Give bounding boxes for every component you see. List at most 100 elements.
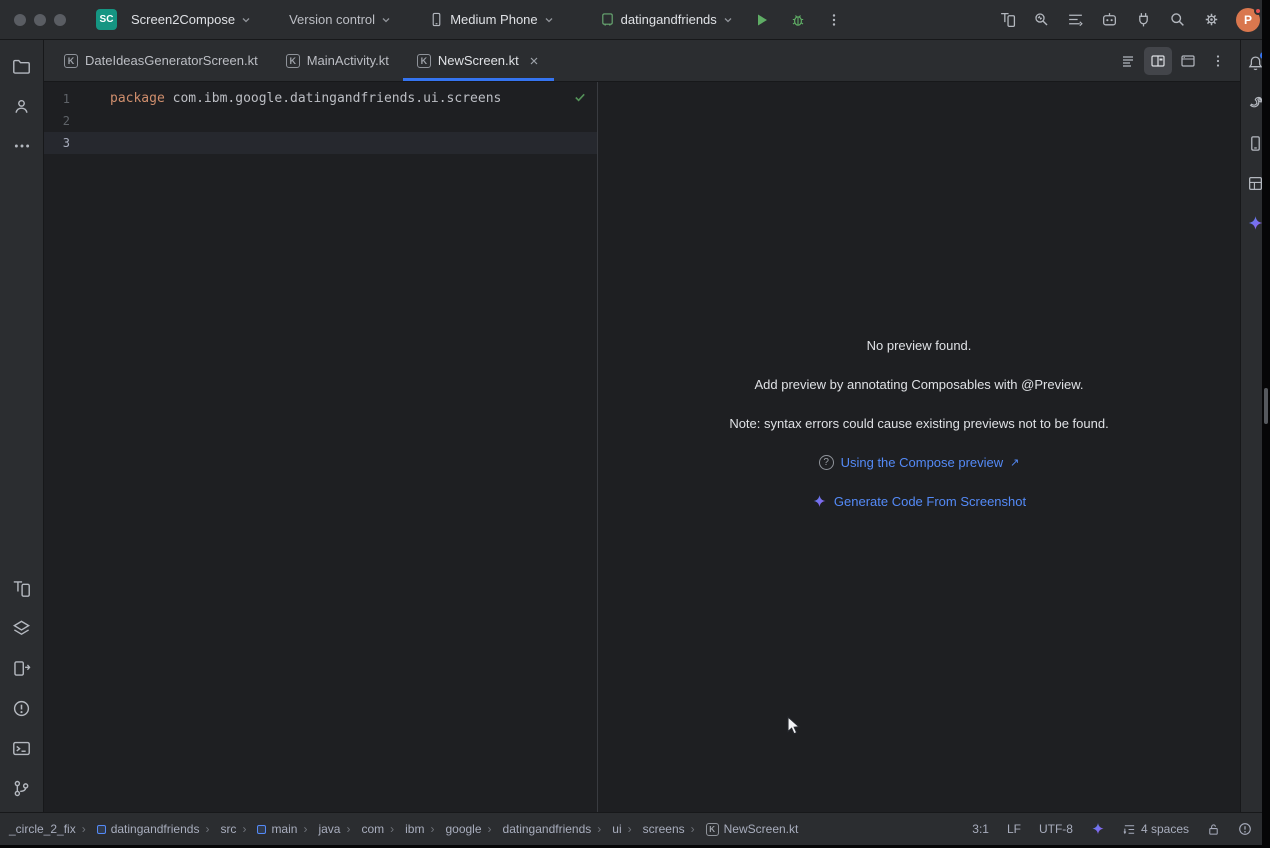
screen-right-edge — [1262, 0, 1270, 848]
gemini-sparkle-icon — [812, 494, 827, 509]
compose-preview-docs-link[interactable]: ? Using the Compose preview ↗ — [819, 455, 1020, 470]
run-toolbar: Medium Phone datingandfriends — [421, 5, 849, 35]
readonly-lock-icon[interactable] — [1207, 823, 1220, 836]
window-close-button[interactable] — [14, 14, 26, 26]
preview-note: Note: syntax errors could cause existing… — [729, 416, 1108, 431]
line-number[interactable]: 2 — [44, 110, 70, 132]
close-tab-icon[interactable] — [528, 55, 540, 67]
module-icon — [257, 825, 266, 834]
app-module-icon — [600, 12, 615, 27]
breadcrumb-label: java — [318, 822, 340, 836]
tab-label: MainActivity.kt — [307, 53, 389, 68]
editor-body: 1 package com.ibm.google.datingandfriend… — [44, 82, 1240, 812]
ai-sparkle-icon[interactable] — [1091, 822, 1105, 836]
tab-newscreen[interactable]: K NewScreen.kt — [403, 40, 554, 81]
settings-icon[interactable] — [1196, 5, 1226, 35]
edge-scrollbar-thumb[interactable] — [1264, 388, 1268, 424]
breadcrumb-item[interactable]: google — [427, 820, 484, 838]
chevron-down-icon — [381, 15, 391, 25]
terminal-tool-icon[interactable] — [6, 732, 38, 764]
preview-title: No preview found. — [867, 338, 972, 353]
titlebar: SC Screen2Compose Version control Medium… — [0, 0, 1270, 40]
user-avatar[interactable]: P — [1236, 8, 1260, 32]
indent-widget[interactable]: 4 spaces — [1123, 822, 1189, 836]
breadcrumb-label: main — [271, 822, 297, 836]
ai-assistant-icon[interactable] — [1094, 5, 1124, 35]
breadcrumb: _circle_2_fix datingandfriends src main … — [6, 820, 958, 838]
status-widgets: 3:1 LF UTF-8 4 spaces — [972, 822, 1252, 836]
notification-dot — [1254, 7, 1262, 15]
indent-label: 4 spaces — [1141, 822, 1189, 836]
main-area: K DateIdeasGeneratorScreen.kt K MainActi… — [0, 40, 1270, 812]
build-variants-tool-icon[interactable] — [6, 612, 38, 644]
kotlin-file-icon: K — [706, 823, 719, 836]
split-view-icon[interactable] — [1144, 47, 1172, 75]
version-control-menu[interactable]: Version control — [281, 8, 399, 31]
generate-code-from-screenshot-link[interactable]: Generate Code From Screenshot — [812, 494, 1026, 509]
device-explorer-tool-icon[interactable] — [6, 652, 38, 684]
breadcrumb-item[interactable]: src — [202, 820, 239, 838]
tab-label: NewScreen.kt — [438, 53, 519, 68]
breadcrumb-item[interactable]: datingandfriends — [485, 820, 595, 838]
breadcrumb-item-file[interactable]: K NewScreen.kt — [688, 820, 802, 838]
tab-dateideasgeneratorscreen[interactable]: K DateIdeasGeneratorScreen.kt — [50, 40, 272, 81]
profiler-icon[interactable] — [1026, 5, 1056, 35]
keyword: package — [110, 91, 165, 106]
external-link-icon: ↗ — [1010, 456, 1019, 469]
problems-tool-icon[interactable] — [6, 692, 38, 724]
window-zoom-button[interactable] — [54, 14, 66, 26]
code-line[interactable]: 2 — [44, 110, 597, 132]
encoding-widget[interactable]: UTF-8 — [1039, 822, 1073, 836]
commit-tool-icon[interactable] — [6, 90, 38, 122]
line-number[interactable]: 1 — [44, 88, 70, 110]
device-selector-label: Medium Phone — [450, 12, 537, 27]
debug-button[interactable] — [783, 5, 813, 35]
design-view-icon[interactable] — [1174, 47, 1202, 75]
plugins-icon[interactable] — [1128, 5, 1158, 35]
run-configuration-selector[interactable]: datingandfriends — [592, 8, 741, 31]
breadcrumb-item[interactable]: datingandfriends — [79, 820, 203, 838]
breadcrumb-label: screens — [643, 822, 685, 836]
more-tool-windows-icon[interactable] — [6, 130, 38, 162]
code-view-icon[interactable] — [1114, 47, 1142, 75]
project-tool-icon[interactable] — [6, 50, 38, 82]
version-control-tool-icon[interactable] — [6, 772, 38, 804]
running-devices-icon[interactable] — [992, 5, 1022, 35]
editor-options-icon[interactable] — [1204, 47, 1232, 75]
android-studio-window: { "titlebar": { "app_badge": "SC", "proj… — [0, 0, 1270, 848]
breadcrumb-item[interactable]: main — [239, 820, 300, 838]
code-editor[interactable]: 1 package com.ibm.google.datingandfriend… — [44, 82, 597, 812]
running-devices-tool-icon[interactable] — [6, 572, 38, 604]
project-selector[interactable]: Screen2Compose — [123, 8, 259, 31]
code-line-caret[interactable]: 3 — [44, 132, 597, 154]
breadcrumb-label: NewScreen.kt — [724, 822, 799, 836]
logcat-icon[interactable] — [1060, 5, 1090, 35]
link-label: Generate Code From Screenshot — [834, 494, 1026, 509]
breadcrumb-item[interactable]: screens — [625, 820, 688, 838]
inspections-ok-icon[interactable] — [573, 90, 587, 104]
breadcrumb-item[interactable]: java — [300, 820, 343, 838]
caret-position-widget[interactable]: 3:1 — [972, 822, 989, 836]
inspections-widget-icon[interactable] — [1238, 822, 1252, 836]
tab-mainactivity[interactable]: K MainActivity.kt — [272, 40, 403, 81]
breadcrumb-label: datingandfriends — [111, 822, 200, 836]
breadcrumb-item[interactable]: ibm — [387, 820, 427, 838]
search-icon[interactable] — [1162, 5, 1192, 35]
window-minimize-button[interactable] — [34, 14, 46, 26]
breadcrumb-item[interactable]: _circle_2_fix — [6, 820, 79, 838]
module-icon — [97, 825, 106, 834]
kotlin-file-icon: K — [64, 54, 78, 68]
version-control-label: Version control — [289, 12, 375, 27]
breadcrumb-item[interactable]: ui — [594, 820, 624, 838]
line-number[interactable]: 3 — [44, 132, 70, 154]
tab-label: DateIdeasGeneratorScreen.kt — [85, 53, 258, 68]
breadcrumb-item[interactable]: com — [343, 820, 387, 838]
device-selector[interactable]: Medium Phone — [421, 8, 561, 31]
code-line[interactable]: 1 package com.ibm.google.datingandfriend… — [44, 88, 597, 110]
breadcrumb-label: datingandfriends — [503, 822, 592, 836]
breadcrumb-label: google — [445, 822, 481, 836]
package-path: com.ibm.google.datingandfriends.ui.scree… — [165, 91, 502, 106]
run-button[interactable] — [747, 5, 777, 35]
line-separator-widget[interactable]: LF — [1007, 822, 1021, 836]
more-actions-button[interactable] — [819, 5, 849, 35]
